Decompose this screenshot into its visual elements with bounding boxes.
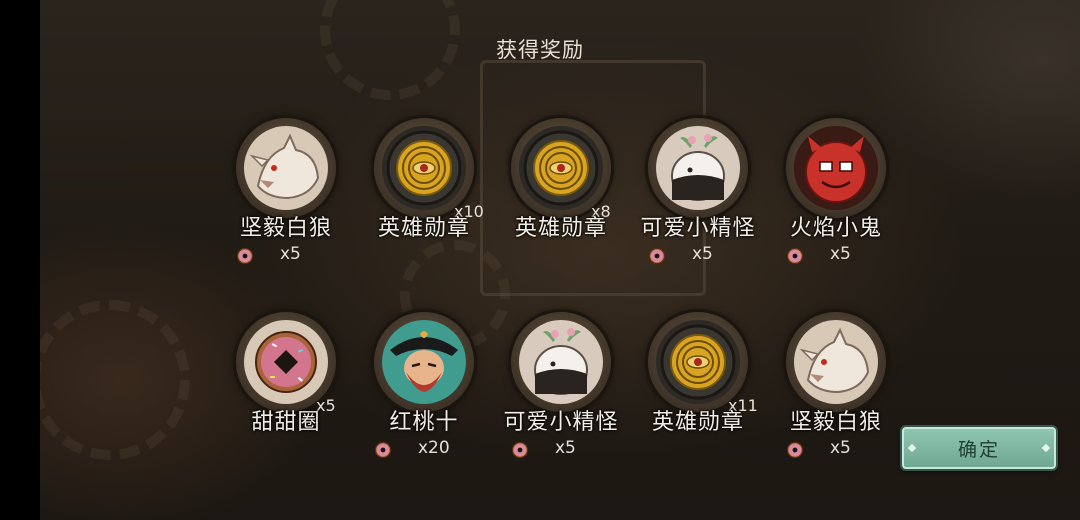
reward-cost-value: x20 [418, 438, 450, 458]
reward-name: 英雄勋章 [651, 410, 744, 435]
white-wolf-icon [244, 126, 328, 210]
reward-item[interactable]: x11 英雄勋章 [628, 312, 768, 452]
reward-name: 甜甜圈 [251, 410, 321, 435]
reward-name: 英雄勋章 [377, 216, 470, 241]
hero-medal-icon [656, 320, 740, 404]
page-title: 获得奖励 [496, 38, 584, 62]
donut-icon [511, 441, 529, 459]
reward-cost-value: x5 [555, 438, 576, 458]
reward-item[interactable]: x8 英雄勋章 [491, 118, 631, 258]
reward-item[interactable]: x10 英雄勋章 [354, 118, 494, 258]
cute-sprite-icon [656, 126, 740, 210]
donut-icon [374, 441, 392, 459]
donut-icon [244, 320, 328, 404]
reward-item[interactable]: 可爱小精怪 x5 [491, 312, 631, 459]
donut-icon [786, 247, 804, 265]
reward-name: 坚毅白狼 [789, 410, 882, 435]
reward-cost: x5 [766, 438, 906, 462]
reward-cost: x20 [354, 438, 494, 462]
reward-medal-frame [374, 312, 474, 412]
reward-item[interactable]: 坚毅白狼 x5 [216, 118, 356, 265]
reward-item[interactable]: 可爱小精怪 x5 [628, 118, 768, 265]
white-wolf-icon [794, 320, 878, 404]
hero-medal-icon [382, 126, 466, 210]
hero-medal-icon [519, 126, 603, 210]
reward-name: 可爱小精怪 [640, 216, 756, 241]
fire-imp-icon [794, 126, 878, 210]
ten-of-hearts-pirate-icon [382, 320, 466, 404]
reward-name: 坚毅白狼 [239, 216, 332, 241]
reward-cost: x5 [628, 244, 768, 268]
reward-cost-value: x5 [830, 244, 851, 264]
reward-cost-value: x5 [830, 438, 851, 458]
reward-medal-frame [648, 118, 748, 218]
cute-sprite-icon [519, 320, 603, 404]
reward-item[interactable]: 火焰小鬼 x5 [766, 118, 906, 265]
donut-icon [648, 247, 666, 265]
reward-item[interactable]: 坚毅白狼 x5 [766, 312, 906, 459]
donut-icon [786, 441, 804, 459]
reward-name: 红桃十 [389, 410, 459, 435]
reward-name: 可爱小精怪 [503, 410, 619, 435]
reward-medal-frame [236, 118, 336, 218]
reward-cost-value: x5 [692, 244, 713, 264]
reward-medal-frame [511, 312, 611, 412]
donut-icon [236, 247, 254, 265]
reward-item[interactable]: 红桃十 x20 [354, 312, 494, 459]
reward-cost: x5 [216, 244, 356, 268]
reward-cost-value: x5 [280, 244, 301, 264]
reward-item[interactable]: x5 甜甜圈 [216, 312, 356, 452]
reward-name: 英雄勋章 [514, 216, 607, 241]
confirm-button[interactable]: 确定 [902, 427, 1056, 469]
reward-name: 火焰小鬼 [789, 216, 882, 241]
reward-medal-frame [786, 312, 886, 412]
reward-cost: x5 [491, 438, 631, 462]
reward-cost: x5 [766, 244, 906, 268]
reward-medal-frame [786, 118, 886, 218]
background-gear [40, 300, 190, 460]
